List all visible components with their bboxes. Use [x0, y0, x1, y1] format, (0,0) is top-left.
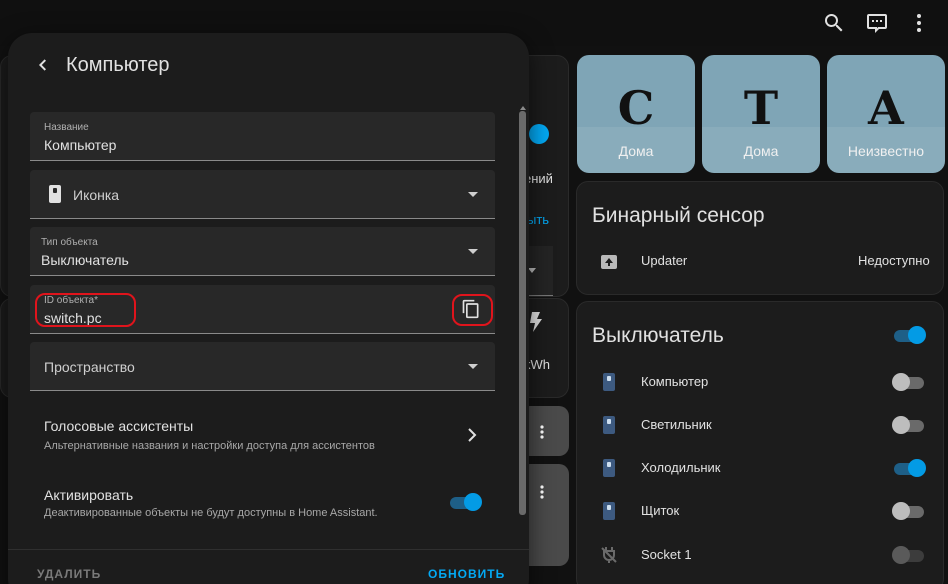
- entity-name[interactable]: Светильник: [641, 417, 712, 432]
- row-subtitle: Альтернативные названия и настройки дост…: [44, 440, 375, 452]
- entity-toggle[interactable]: [892, 545, 926, 565]
- row-title: Голосовые ассистенты: [44, 418, 194, 434]
- update-button[interactable]: ОБНОВИТЬ: [428, 567, 505, 581]
- field-label: Название: [44, 122, 89, 133]
- field-value: Компьютер: [44, 137, 117, 153]
- field-placeholder: Иконка: [73, 187, 120, 203]
- entity-id-highlight: [35, 293, 136, 327]
- field-placeholder: Пространство: [44, 359, 135, 375]
- light-switch-icon: [599, 415, 619, 435]
- entity-toggle[interactable]: [892, 415, 926, 435]
- name-field[interactable]: Название Компьютер: [30, 112, 495, 161]
- entity-name[interactable]: Updater: [641, 253, 687, 268]
- area-field[interactable]: Пространство: [30, 342, 495, 391]
- background-link[interactable]: ыть: [527, 212, 549, 227]
- enable-title: Активировать: [44, 487, 134, 503]
- entity-state: Недоступно: [858, 253, 930, 268]
- enable-toggle[interactable]: [448, 492, 482, 512]
- entity-name[interactable]: Компьютер: [641, 374, 708, 389]
- entity-name[interactable]: Щиток: [641, 503, 679, 518]
- chevron-down-icon: [468, 192, 478, 197]
- light-switch-icon: [599, 458, 619, 478]
- chevron-down-icon: [468, 364, 478, 369]
- app-root: ений ыть kWh С Дома Т Дома А Неизвестно …: [0, 0, 948, 584]
- entity-toggle[interactable]: [892, 501, 926, 521]
- light-switch-icon: [599, 501, 619, 521]
- entity-toggle[interactable]: [892, 372, 926, 392]
- icon-field[interactable]: Иконка: [30, 170, 495, 219]
- more-vert-icon[interactable]: [907, 11, 931, 35]
- search-icon[interactable]: [822, 11, 846, 35]
- more-vert-icon[interactable]: [540, 425, 544, 439]
- entity-toggle[interactable]: [892, 458, 926, 478]
- chevron-down-icon: [468, 249, 478, 254]
- enable-subtitle: Деактивированные объекты не будут доступ…: [44, 507, 378, 519]
- tile-avatar-letter: С: [617, 81, 655, 135]
- entity-name[interactable]: Socket 1: [641, 547, 692, 562]
- switch-card: Выключатель Компьютер Светильник Холодил…: [576, 301, 944, 584]
- binary-sensor-card: Бинарный сенсор Updater Недоступно: [576, 181, 944, 295]
- person-tile[interactable]: Т Дома: [702, 55, 820, 173]
- card-title: Выключатель: [592, 324, 724, 347]
- field-label: Тип объекта: [41, 237, 98, 248]
- light-switch-icon: [46, 184, 64, 204]
- dialog-title: Компьютер: [66, 54, 170, 76]
- more-vert-icon[interactable]: [540, 485, 544, 499]
- light-switch-icon: [599, 372, 619, 392]
- field-value: Выключатель: [41, 252, 129, 268]
- scrollbar-thumb[interactable]: [519, 111, 526, 515]
- tile-avatar-letter: Т: [743, 81, 779, 135]
- person-tile[interactable]: А Неизвестно: [827, 55, 945, 173]
- tile-avatar-letter: А: [867, 81, 905, 135]
- dialog-footer: УДАЛИТЬ ОБНОВИТЬ: [8, 549, 529, 584]
- tile-state: Неизвестно: [847, 143, 925, 159]
- master-toggle[interactable]: [892, 325, 926, 345]
- entity-settings-dialog: Компьютер Название Компьютер Иконка Тип …: [8, 33, 529, 584]
- tile-state: Дома: [618, 143, 654, 159]
- chat-icon[interactable]: [865, 11, 889, 35]
- card-title: Бинарный сенсор: [592, 204, 765, 227]
- delete-button[interactable]: УДАЛИТЬ: [37, 567, 101, 581]
- voice-assistants-row[interactable]: Голосовые ассистенты Альтернативные назв…: [30, 405, 495, 459]
- tile-state: Дома: [743, 143, 779, 159]
- entity-name[interactable]: Холодильник: [641, 460, 720, 475]
- copy-button-highlight: [452, 294, 493, 326]
- person-tile[interactable]: С Дома: [577, 55, 695, 173]
- flash-icon: [528, 312, 542, 332]
- type-select[interactable]: Тип объекта Выключатель: [30, 227, 495, 276]
- update-icon: [599, 252, 619, 272]
- chevron-right-icon[interactable]: [466, 426, 478, 444]
- background-toggle-knob[interactable]: [529, 124, 549, 144]
- power-plug-off-icon: [599, 545, 619, 565]
- back-arrow-icon[interactable]: [32, 55, 52, 75]
- scroll-up-arrow[interactable]: [519, 99, 527, 110]
